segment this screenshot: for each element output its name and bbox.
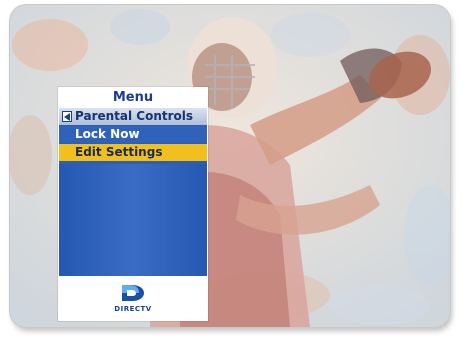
menu-item-label: Parental Controls <box>75 109 194 123</box>
menu-item-label: Edit Settings <box>75 145 163 159</box>
menu-item-parental-controls[interactable]: Parental Controls <box>59 108 207 125</box>
menu-panel: Menu Parental Controls Lock Now Edit Set… <box>58 87 208 321</box>
menu-empty-area <box>59 164 207 276</box>
directv-logo-icon <box>122 285 144 301</box>
menu-item-lock-now[interactable]: Lock Now <box>59 126 207 143</box>
menu-item-label: Lock Now <box>75 127 140 141</box>
back-arrow-icon[interactable] <box>62 111 72 122</box>
brand-name: DIRECTV <box>114 305 152 313</box>
tv-screen: Menu Parental Controls Lock Now Edit Set… <box>10 5 450 327</box>
brand-footer: DIRECTV <box>59 276 207 320</box>
menu-title: Menu <box>59 88 207 108</box>
menu-item-edit-settings[interactable]: Edit Settings <box>59 144 207 161</box>
